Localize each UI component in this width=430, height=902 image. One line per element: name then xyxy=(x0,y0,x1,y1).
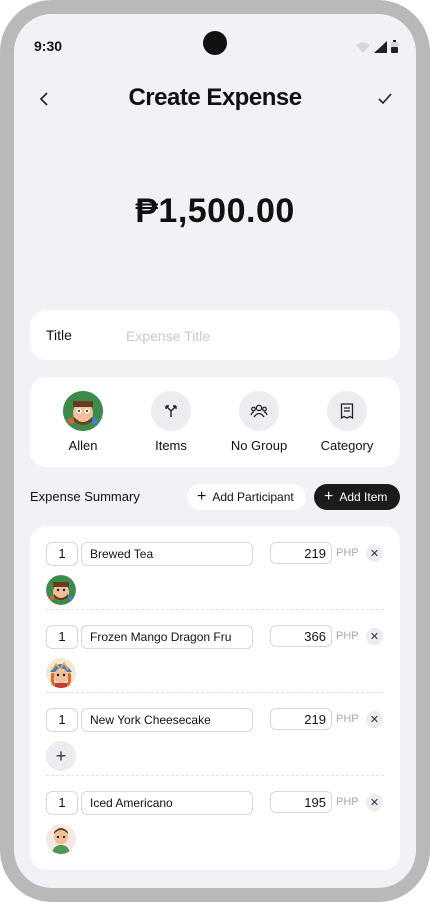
list-item: 1 Brewed Tea 219 PHP ✕ xyxy=(30,526,400,609)
close-icon: ✕ xyxy=(369,797,380,809)
participant-avatar[interactable] xyxy=(46,824,76,854)
page-title: Create Expense xyxy=(128,84,302,111)
close-icon: ✕ xyxy=(369,548,380,560)
group-option[interactable]: No Group xyxy=(215,391,303,453)
confirm-button[interactable] xyxy=(370,84,400,114)
add-item-button[interactable]: + Add Item xyxy=(314,484,400,510)
battery-icon xyxy=(391,40,398,53)
list-item: 1 Frozen Mango Dragon Fru 366 PHP ✕ xyxy=(30,609,400,692)
quantity-field[interactable]: 1 xyxy=(46,708,78,732)
currency-label: PHP xyxy=(336,796,359,808)
camera-cutout xyxy=(203,31,227,55)
close-icon: ✕ xyxy=(369,714,380,726)
price-field[interactable]: 366 xyxy=(270,625,332,647)
wifi-icon xyxy=(356,42,370,53)
group-label: No Group xyxy=(230,438,288,453)
title-label: Title xyxy=(46,327,72,343)
item-name-field[interactable]: Frozen Mango Dragon Fru xyxy=(81,625,253,649)
checkmark-icon xyxy=(378,93,392,105)
title-card: Title xyxy=(30,310,400,360)
screen: 9:30 Create Expense ₱1,500.00 Title Alle… xyxy=(14,14,416,888)
status-time: 9:30 xyxy=(34,38,63,54)
options-card: Allen Items No Group Category xyxy=(30,377,400,467)
plus-icon: + xyxy=(55,745,67,766)
items-label: Items xyxy=(155,438,187,453)
price-field[interactable]: 195 xyxy=(270,791,332,813)
remove-item-button[interactable]: ✕ xyxy=(366,794,383,811)
participant-avatar[interactable] xyxy=(46,658,76,688)
currency-label: PHP xyxy=(336,713,359,725)
category-option[interactable]: Category xyxy=(303,391,391,453)
items-option[interactable]: Items xyxy=(127,391,215,453)
participant-avatar[interactable] xyxy=(46,575,76,605)
divider xyxy=(46,692,384,694)
add-participant-button[interactable]: + Add Participant xyxy=(187,484,306,510)
quantity-field[interactable]: 1 xyxy=(46,625,78,649)
status-bar: 9:30 xyxy=(14,14,416,55)
item-name-field[interactable]: New York Cheesecake xyxy=(81,708,253,732)
add-item-label: Add Item xyxy=(339,490,388,504)
list-item: 1 Iced Americano 195 PHP ✕ xyxy=(30,775,400,858)
plus-icon: + xyxy=(197,488,207,505)
header: Create Expense xyxy=(14,82,416,116)
divider xyxy=(46,775,384,777)
payer-option[interactable]: Allen xyxy=(39,391,127,453)
list-item: 1 New York Cheesecake 219 PHP ✕ + xyxy=(30,692,400,775)
amount-display[interactable]: ₱1,500.00 xyxy=(14,192,416,231)
currency-label: PHP xyxy=(336,630,359,642)
quantity-field[interactable]: 1 xyxy=(46,791,78,815)
group-icon xyxy=(239,391,279,431)
remove-item-button[interactable]: ✕ xyxy=(366,711,383,728)
split-icon xyxy=(151,391,191,431)
items-card: 1 Brewed Tea 219 PHP ✕ 1 Frozen Mango Dr… xyxy=(30,526,400,870)
add-participant-label: Add Participant xyxy=(212,490,294,504)
price-field[interactable]: 219 xyxy=(270,708,332,730)
item-name-field[interactable]: Brewed Tea xyxy=(81,542,253,566)
title-input[interactable] xyxy=(124,320,388,352)
payer-label: Allen xyxy=(68,438,98,453)
signal-icon xyxy=(374,41,387,53)
summary-header: Expense Summary + Add Participant + Add … xyxy=(30,484,400,510)
category-label: Category xyxy=(320,438,374,453)
avatar xyxy=(63,391,103,431)
remove-item-button[interactable]: ✕ xyxy=(366,628,383,645)
summary-title: Expense Summary xyxy=(30,489,140,504)
plus-icon: + xyxy=(324,488,334,505)
close-icon: ✕ xyxy=(369,631,380,643)
quantity-field[interactable]: 1 xyxy=(46,542,78,566)
add-participant-to-item-button[interactable]: + xyxy=(46,741,76,771)
remove-item-button[interactable]: ✕ xyxy=(366,545,383,562)
price-field[interactable]: 219 xyxy=(270,542,332,564)
status-icons xyxy=(356,40,398,53)
currency-label: PHP xyxy=(336,547,359,559)
receipt-icon xyxy=(327,391,367,431)
item-name-field[interactable]: Iced Americano xyxy=(81,791,253,815)
divider xyxy=(46,609,384,611)
